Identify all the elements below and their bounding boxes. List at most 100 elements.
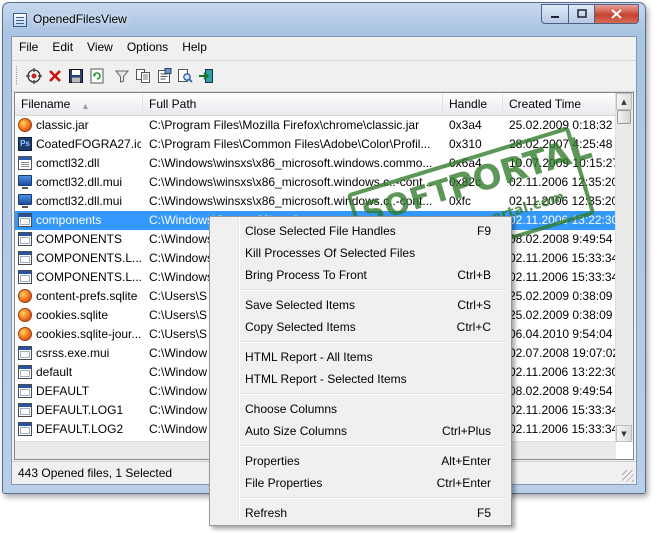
cell-created: 06.04.2010 9:54:04 <box>509 327 613 341</box>
cell-filename: content-prefs.sqlite <box>36 289 138 303</box>
context-item-label: HTML Report - All Items <box>245 350 373 364</box>
cell-created: 02.11.2006 12:35:20 <box>509 175 616 189</box>
find-icon[interactable] <box>175 66 194 85</box>
cell-created: 02.11.2006 15:33:34 <box>509 403 616 417</box>
cell-filename: DEFAULT.LOG1 <box>36 403 124 417</box>
close-button[interactable] <box>595 4 639 24</box>
column-header-created-time[interactable]: Created Time <box>503 93 633 115</box>
cell-filename: DEFAULT.LOG2 <box>36 422 124 436</box>
table-row[interactable]: comctl32.dll.mui C:\Windows\winsxs\x86_mi… <box>15 192 616 211</box>
refresh-icon[interactable] <box>87 66 106 85</box>
column-header-filename[interactable]: Filename ▲ <box>15 93 143 115</box>
photoshop-icon: Ps <box>18 137 32 151</box>
context-item-shortcut: Ctrl+B <box>457 268 491 282</box>
context-item-label: File Properties <box>245 476 323 490</box>
cell-filename: cookies.sqlite-jour... <box>36 327 141 341</box>
window-file-icon <box>18 232 32 246</box>
window-controls <box>541 4 639 24</box>
menu-help[interactable]: Help <box>175 37 214 58</box>
cell-filename: COMPONENTS.L... <box>36 251 141 265</box>
cell-filename: default <box>36 365 73 379</box>
cell-path: C:\Windows\winsxs\x86_microsoft.windows.… <box>149 156 433 170</box>
menu-view[interactable]: View <box>80 37 120 58</box>
target-icon[interactable] <box>24 66 43 85</box>
column-header-full-path[interactable]: Full Path <box>143 93 443 115</box>
context-item-close-selected-file-handles[interactable]: Close Selected File Handles F9 <box>212 220 509 242</box>
context-item-label: HTML Report - Selected Items <box>245 372 407 386</box>
cell-filename: cookies.sqlite <box>36 308 109 322</box>
exit-icon[interactable] <box>196 66 215 85</box>
cell-filename: CoatedFOGRA27.icc <box>36 137 141 151</box>
context-item-bring-process-to-front[interactable]: Bring Process To Front Ctrl+B <box>212 264 509 286</box>
cell-handle: 0x3a4 <box>449 118 482 132</box>
cell-handle: 0x82c <box>449 175 482 189</box>
context-item-html-report-selected-items[interactable]: HTML Report - Selected Items <box>212 368 509 390</box>
cell-created: 02.11.2006 12:35:20 <box>509 194 616 208</box>
cell-handle: 0x6a4 <box>449 156 482 170</box>
window-file-icon <box>18 403 32 417</box>
context-item-save-selected-items[interactable]: Save Selected Items Ctrl+S <box>212 294 509 316</box>
dll-file-icon <box>18 156 32 170</box>
context-menu: Close Selected File Handles F9 Kill Proces… <box>209 216 512 526</box>
cell-created: 28.02.2007 4:25:48 <box>509 137 613 151</box>
cell-path: C:\Windows\winsxs\x86_microsoft.windows.… <box>149 194 433 208</box>
context-item-label: Choose Columns <box>245 402 338 416</box>
context-item-kill-processes-of-selected-files[interactable]: Kill Processes Of Selected Files <box>212 242 509 264</box>
cell-filename: csrss.exe.mui <box>36 346 110 360</box>
minimize-icon <box>551 16 559 18</box>
context-item-label: Bring Process To Front <box>245 268 367 282</box>
window-file-icon <box>18 422 32 436</box>
menu-file[interactable]: File <box>12 37 45 58</box>
menu-options[interactable]: Options <box>120 37 175 58</box>
toolbar-grip[interactable] <box>16 66 19 85</box>
table-row[interactable]: comctl32.dll.mui C:\Windows\winsxs\x86_mi… <box>15 173 616 192</box>
filter-icon[interactable] <box>112 66 131 85</box>
menu-edit[interactable]: Edit <box>45 37 80 58</box>
menu-separator <box>241 393 507 395</box>
minimize-button[interactable] <box>541 4 569 24</box>
cell-handle: 0xfc <box>449 194 472 208</box>
save-icon[interactable] <box>66 66 85 85</box>
context-item-file-properties[interactable]: File Properties Ctrl+Enter <box>212 472 509 494</box>
resize-grip-icon[interactable] <box>622 470 634 482</box>
scroll-up-icon[interactable]: ▲ <box>616 93 632 110</box>
vertical-scrollbar[interactable]: ▲ ▼ <box>615 93 633 442</box>
maximize-button[interactable] <box>569 4 595 24</box>
menu-separator <box>241 445 507 447</box>
maximize-icon <box>576 9 587 18</box>
scroll-thumb[interactable] <box>617 110 631 124</box>
table-row[interactable]: classic.jar C:\Program Files\Mozilla Fire… <box>15 116 616 135</box>
delete-icon[interactable] <box>45 66 64 85</box>
context-item-auto-size-columns[interactable]: Auto Size Columns Ctrl+Plus <box>212 420 509 442</box>
context-item-shortcut: F9 <box>476 224 491 238</box>
cell-created: 02.11.2006 13:22:30 <box>509 213 616 227</box>
copy-icon[interactable] <box>133 66 152 85</box>
cell-created: 25.02.2009 0:18:32 <box>509 118 613 132</box>
context-item-html-report-all-items[interactable]: HTML Report - All Items <box>212 346 509 368</box>
context-item-shortcut: F5 <box>476 506 491 520</box>
menu-separator <box>241 289 507 291</box>
firefox-icon <box>18 118 32 132</box>
computer-icon <box>18 194 32 208</box>
window-file-icon <box>18 384 32 398</box>
cell-created: 08.02.2008 9:49:54 <box>509 384 613 398</box>
window-file-icon <box>18 270 32 284</box>
column-header-handle[interactable]: Handle <box>443 93 503 115</box>
window-file-icon <box>18 251 32 265</box>
properties-icon[interactable] <box>154 66 173 85</box>
context-item-properties[interactable]: Properties Alt+Enter <box>212 450 509 472</box>
title-bar[interactable]: OpenedFilesView <box>3 3 645 36</box>
cell-filename: components <box>36 213 102 227</box>
cell-created: 08.02.2008 9:49:54 <box>509 232 613 246</box>
table-row[interactable]: comctl32.dll C:\Windows\winsxs\x86_micros… <box>15 154 616 173</box>
context-item-choose-columns[interactable]: Choose Columns <box>212 398 509 420</box>
cell-filename: classic.jar <box>36 118 89 132</box>
cell-path: C:\Program Files\Common Files\Adobe\Colo… <box>149 137 431 151</box>
context-item-shortcut: Ctrl+Plus <box>441 424 491 438</box>
context-item-copy-selected-items[interactable]: Copy Selected Items Ctrl+C <box>212 316 509 338</box>
cell-created: 25.02.2009 0:38:09 <box>509 289 613 303</box>
context-item-refresh[interactable]: Refresh F5 <box>212 502 509 524</box>
table-row[interactable]: Ps CoatedFOGRA27.icc C:\Program Files\Comm… <box>15 135 616 154</box>
scroll-down-icon[interactable]: ▼ <box>616 425 632 442</box>
cell-created: 02.07.2008 19:07:02 <box>509 346 616 360</box>
